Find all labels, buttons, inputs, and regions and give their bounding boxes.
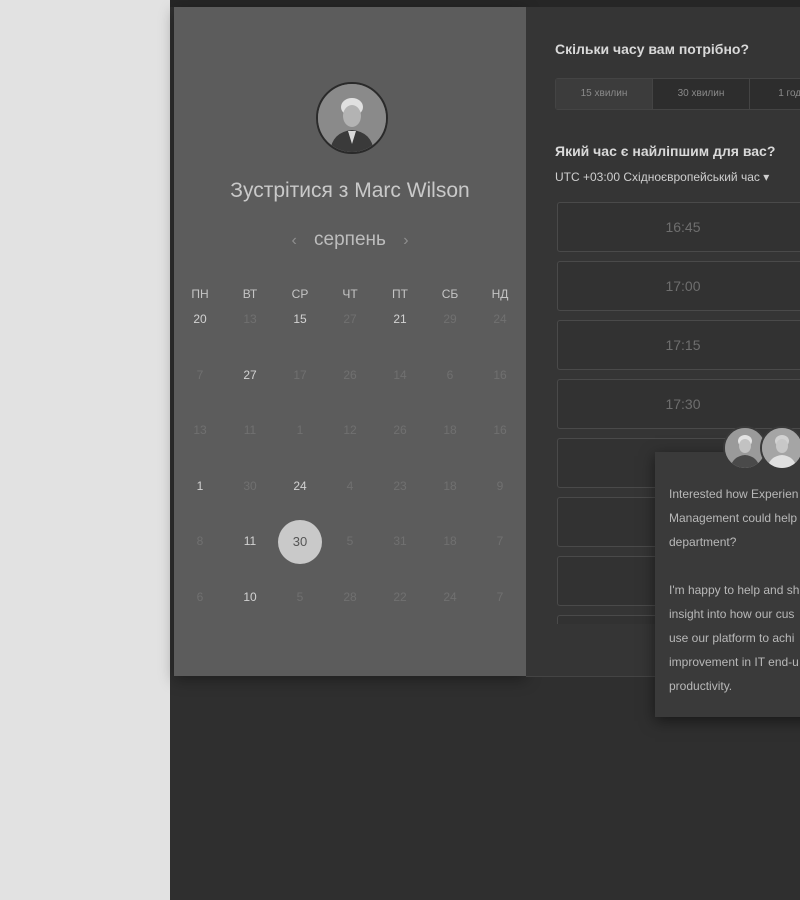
time-slot[interactable]: 17:00 bbox=[557, 261, 800, 311]
weekday-label: СБ bbox=[441, 287, 459, 301]
calendar-day: 17 bbox=[293, 368, 307, 382]
time-slot[interactable]: 16:45 bbox=[557, 202, 800, 252]
calendar-day: 14 bbox=[393, 368, 407, 382]
month-navigation: ‹ серпень › bbox=[174, 229, 526, 251]
calendar-day: 31 bbox=[393, 534, 407, 548]
calendar-day[interactable]: 10 bbox=[226, 590, 274, 604]
weekday-label: НД bbox=[491, 287, 509, 301]
calendar-day: 11 bbox=[243, 423, 257, 437]
calendar-week: 1 30 24 4 23 18 9 bbox=[174, 479, 526, 499]
calendar-day[interactable]: 21 bbox=[376, 312, 424, 326]
chevron-down-icon: ▾ bbox=[763, 170, 770, 184]
chevron-left-icon[interactable]: ‹ bbox=[283, 232, 304, 249]
calendar-week: 6 10 5 28 22 24 7 bbox=[174, 590, 526, 610]
duration-selector: 15 хвилин 30 хвилин 1 година bbox=[555, 78, 800, 110]
chat-popup[interactable]: Interested how Experien Management could… bbox=[655, 426, 800, 717]
host-panel: Зустрітися з Marc Wilson ‹ серпень › ПН … bbox=[174, 7, 526, 676]
time-slot[interactable]: 17:15 bbox=[557, 320, 800, 370]
chat-line: I'm happy to help and sh bbox=[669, 583, 800, 597]
calendar-day: 22 bbox=[393, 590, 407, 604]
calendar-day: 1 bbox=[296, 423, 304, 437]
calendar-day: 23 bbox=[393, 479, 407, 493]
chat-message: Interested how Experien Management could… bbox=[669, 482, 800, 698]
person-icon bbox=[318, 84, 386, 152]
calendar-day: 29 bbox=[443, 312, 457, 326]
weekday-label: ПТ bbox=[392, 287, 408, 301]
calendar-day[interactable]: 15 bbox=[276, 312, 324, 326]
calendar-day: 7 bbox=[496, 590, 504, 604]
calendar-day: 26 bbox=[393, 423, 407, 437]
calendar-day: 12 bbox=[343, 423, 357, 437]
calendar-day: 13 bbox=[193, 423, 207, 437]
duration-option-30[interactable]: 30 хвилин bbox=[653, 79, 750, 109]
calendar-day[interactable]: 20 bbox=[176, 312, 224, 326]
calendar-day[interactable]: 1 bbox=[176, 479, 224, 493]
top-bar bbox=[170, 0, 800, 7]
calendar-week: 8 11 30 5 31 18 7 bbox=[174, 520, 526, 564]
weekday-label: ЧТ bbox=[342, 287, 358, 301]
calendar-day: 16 bbox=[493, 423, 507, 437]
meeting-title: Зустрітися з Marc Wilson bbox=[230, 179, 470, 202]
timezone-label: UTC +03:00 Східноєвропейський час bbox=[555, 170, 760, 184]
person-icon bbox=[725, 428, 765, 468]
calendar-week: 20 13 15 27 21 29 24 bbox=[174, 312, 526, 332]
calendar-day: 16 bbox=[493, 368, 507, 382]
weekday-label: ПН bbox=[191, 287, 209, 301]
agent-avatar bbox=[760, 426, 800, 470]
weekday-label: СР bbox=[291, 287, 309, 301]
calendar-day: 18 bbox=[443, 534, 457, 548]
calendar-day: 7 bbox=[196, 368, 204, 382]
person-icon bbox=[762, 428, 800, 468]
calendar-day: 4 bbox=[346, 479, 354, 493]
chat-line: improvement in IT end-u bbox=[669, 655, 799, 669]
calendar-day: 9 bbox=[496, 479, 504, 493]
calendar-day: 6 bbox=[446, 368, 454, 382]
calendar-day: 27 bbox=[343, 312, 357, 326]
calendar-day: 5 bbox=[346, 534, 354, 548]
host-avatar bbox=[316, 82, 388, 154]
calendar-week: 13 11 1 12 26 18 16 bbox=[174, 423, 526, 443]
chat-line bbox=[669, 554, 800, 578]
calendar-grid: ПН ВТ СР ЧТ ПТ СБ НД 20 13 15 27 21 29 2… bbox=[174, 287, 526, 604]
calendar-day: 24 bbox=[493, 312, 507, 326]
calendar-day[interactable]: 24 bbox=[276, 479, 324, 493]
chat-line: department? bbox=[669, 535, 737, 549]
calendar-day[interactable]: 27 bbox=[226, 368, 274, 382]
chat-line: Interested how Experien bbox=[669, 487, 799, 501]
calendar-day: 8 bbox=[196, 534, 204, 548]
calendar-week: 7 27 17 26 14 6 16 bbox=[174, 368, 526, 388]
chat-line: Management could help bbox=[669, 511, 798, 525]
duration-question: Скільки часу вам потрібно? bbox=[555, 41, 750, 57]
calendar-day-selected[interactable]: 30 bbox=[278, 520, 322, 564]
timezone-selector[interactable]: UTC +03:00 Східноєвропейський час ▾ bbox=[555, 170, 769, 184]
month-label: серпень bbox=[314, 229, 386, 250]
duration-option-60[interactable]: 1 година bbox=[750, 79, 800, 109]
chevron-right-icon[interactable]: › bbox=[395, 232, 416, 249]
chat-line: insight into how our cus bbox=[669, 607, 795, 621]
calendar-day: 26 bbox=[343, 368, 357, 382]
calendar-day: 30 bbox=[243, 479, 257, 493]
calendar-day: 18 bbox=[443, 423, 457, 437]
calendar-day: 6 bbox=[196, 590, 204, 604]
calendar-day: 24 bbox=[443, 590, 457, 604]
calendar-day: 13 bbox=[243, 312, 257, 326]
calendar-day: 28 bbox=[343, 590, 357, 604]
calendar-day: 18 bbox=[443, 479, 457, 493]
calendar-day: 7 bbox=[496, 534, 504, 548]
time-question: Який час є найліпшим для вас? bbox=[555, 143, 776, 159]
calendar-day: 5 bbox=[296, 590, 304, 604]
calendar-day[interactable]: 11 bbox=[226, 534, 274, 548]
weekday-label: ВТ bbox=[242, 287, 258, 301]
chat-line: productivity. bbox=[669, 679, 733, 693]
duration-option-15[interactable]: 15 хвилин bbox=[556, 79, 653, 109]
chat-line: use our platform to achi bbox=[669, 631, 795, 645]
time-slot[interactable]: 17:30 bbox=[557, 379, 800, 429]
weekday-header: ПН ВТ СР ЧТ ПТ СБ НД bbox=[174, 287, 526, 307]
